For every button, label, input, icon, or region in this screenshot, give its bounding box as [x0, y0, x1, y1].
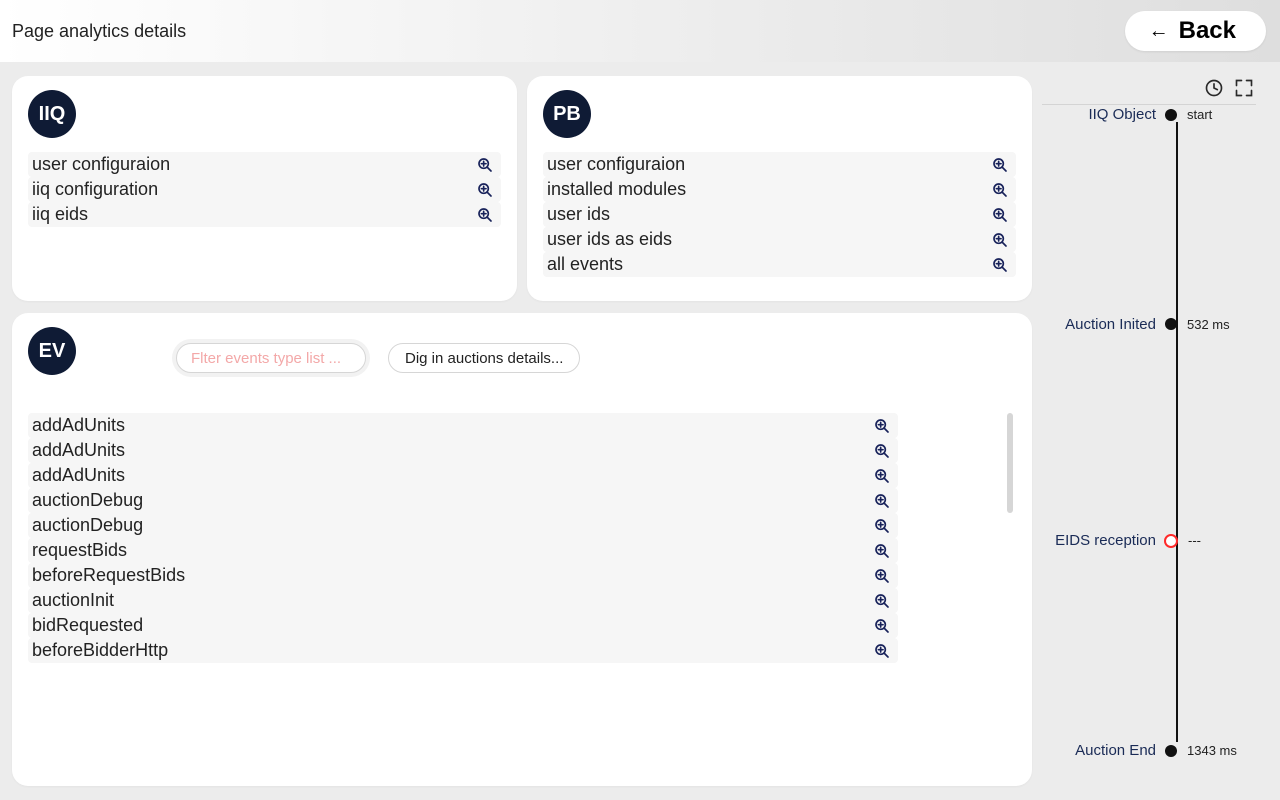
event-label: beforeBidderHttp: [32, 640, 168, 661]
zoom-in-icon[interactable]: [874, 468, 890, 484]
zoom-in-icon[interactable]: [874, 543, 890, 559]
event-label: auctionDebug: [32, 515, 143, 536]
timeline-node[interactable]: Auction Inited 532 ms: [1032, 316, 1280, 333]
zoom-in-icon[interactable]: [992, 232, 1008, 248]
events-list: addAdUnits addAdUnits addAdUnits auctionDeb…: [28, 413, 1016, 663]
timeline-panel: IIQ Object start Auction Inited 532 ms EIDS …: [1032, 62, 1280, 800]
zoom-in-icon[interactable]: [874, 443, 890, 459]
event-label: beforeRequestBids: [32, 565, 185, 586]
clock-icon[interactable]: [1204, 78, 1224, 103]
timeline-dot-icon: [1165, 318, 1177, 330]
timeline-line: [1176, 122, 1178, 742]
pb-item-row[interactable]: all events: [543, 252, 1016, 277]
event-row[interactable]: addAdUnits: [28, 463, 898, 488]
event-row[interactable]: requestBids: [28, 538, 898, 563]
iiq-card: IIQ user configuraion iiq configuration ii…: [12, 76, 517, 301]
timeline-node-meta: ---: [1188, 533, 1201, 548]
zoom-in-icon[interactable]: [874, 643, 890, 659]
back-button[interactable]: ← Back: [1125, 11, 1266, 51]
event-row[interactable]: auctionDebug: [28, 488, 898, 513]
timeline-node[interactable]: IIQ Object start: [1032, 106, 1280, 123]
pb-item-row[interactable]: user ids: [543, 202, 1016, 227]
zoom-in-icon[interactable]: [992, 207, 1008, 223]
pb-item-row[interactable]: user ids as eids: [543, 227, 1016, 252]
back-button-label: Back: [1179, 17, 1236, 45]
event-label: addAdUnits: [32, 440, 125, 461]
zoom-in-icon[interactable]: [874, 618, 890, 634]
timeline-dot-icon: [1165, 109, 1177, 121]
zoom-in-icon[interactable]: [874, 593, 890, 609]
iiq-item-row[interactable]: iiq configuration: [28, 177, 501, 202]
event-row[interactable]: auctionDebug: [28, 513, 898, 538]
timeline-node-meta: 1343 ms: [1187, 743, 1237, 758]
dig-auctions-button[interactable]: Dig in auctions details...: [388, 343, 580, 373]
page-title: Page analytics details: [12, 21, 186, 42]
ev-badge: EV: [28, 327, 76, 375]
timeline-divider: [1042, 104, 1256, 105]
event-row[interactable]: bidRequested: [28, 613, 898, 638]
timeline-node-label: Auction End: [1032, 742, 1162, 759]
iiq-item-row[interactable]: user configuraion: [28, 152, 501, 177]
timeline-dot-icon: [1165, 745, 1177, 757]
timeline-node-label: IIQ Object: [1032, 106, 1162, 123]
zoom-in-icon[interactable]: [992, 182, 1008, 198]
zoom-in-icon[interactable]: [992, 157, 1008, 173]
pb-item-label: installed modules: [547, 179, 686, 200]
zoom-in-icon[interactable]: [874, 518, 890, 534]
zoom-in-icon[interactable]: [874, 568, 890, 584]
event-row[interactable]: beforeRequestBids: [28, 563, 898, 588]
iiq-item-label: iiq configuration: [32, 179, 158, 200]
iiq-item-label: iiq eids: [32, 204, 88, 225]
pb-item-label: user configuraion: [547, 154, 685, 175]
zoom-in-icon[interactable]: [992, 257, 1008, 273]
pb-item-row[interactable]: installed modules: [543, 177, 1016, 202]
pb-card: PB user configuraion installed modules use…: [527, 76, 1032, 301]
pb-item-label: user ids as eids: [547, 229, 672, 250]
event-label: requestBids: [32, 540, 127, 561]
timeline-ring-icon: [1164, 534, 1178, 548]
event-row[interactable]: beforeBidderHttp: [28, 638, 898, 663]
pb-item-label: user ids: [547, 204, 610, 225]
event-row[interactable]: addAdUnits: [28, 438, 898, 463]
event-label: auctionInit: [32, 590, 114, 611]
event-row[interactable]: addAdUnits: [28, 413, 898, 438]
timeline-node-meta: 532 ms: [1187, 317, 1230, 332]
events-card: EV Dig in auctions details... addAdUnits…: [12, 313, 1032, 786]
iiq-item-label: user configuraion: [32, 154, 170, 175]
iiq-item-row[interactable]: iiq eids: [28, 202, 501, 227]
timeline-node[interactable]: Auction End 1343 ms: [1032, 742, 1280, 759]
zoom-in-icon[interactable]: [874, 493, 890, 509]
pb-badge: PB: [543, 90, 591, 138]
zoom-in-icon[interactable]: [874, 418, 890, 434]
events-filter-group: [172, 339, 370, 377]
timeline-node-label: EIDS reception: [1032, 532, 1162, 549]
zoom-in-icon[interactable]: [477, 182, 493, 198]
event-label: addAdUnits: [32, 415, 125, 436]
header: Page analytics details ← Back: [0, 0, 1280, 62]
iiq-badge: IIQ: [28, 90, 76, 138]
timeline-node-label: Auction Inited: [1032, 316, 1162, 333]
timeline-node-meta: start: [1187, 107, 1212, 122]
events-scrollbar[interactable]: [1007, 413, 1013, 513]
event-label: auctionDebug: [32, 490, 143, 511]
events-filter-input[interactable]: [176, 343, 366, 373]
event-row[interactable]: auctionInit: [28, 588, 898, 613]
event-label: addAdUnits: [32, 465, 125, 486]
zoom-in-icon[interactable]: [477, 207, 493, 223]
zoom-in-icon[interactable]: [477, 157, 493, 173]
back-arrow-icon: ←: [1149, 20, 1169, 43]
expand-icon[interactable]: [1234, 78, 1254, 103]
pb-item-row[interactable]: user configuraion: [543, 152, 1016, 177]
event-label: bidRequested: [32, 615, 143, 636]
pb-item-label: all events: [547, 254, 623, 275]
timeline-node[interactable]: EIDS reception ---: [1032, 532, 1280, 549]
